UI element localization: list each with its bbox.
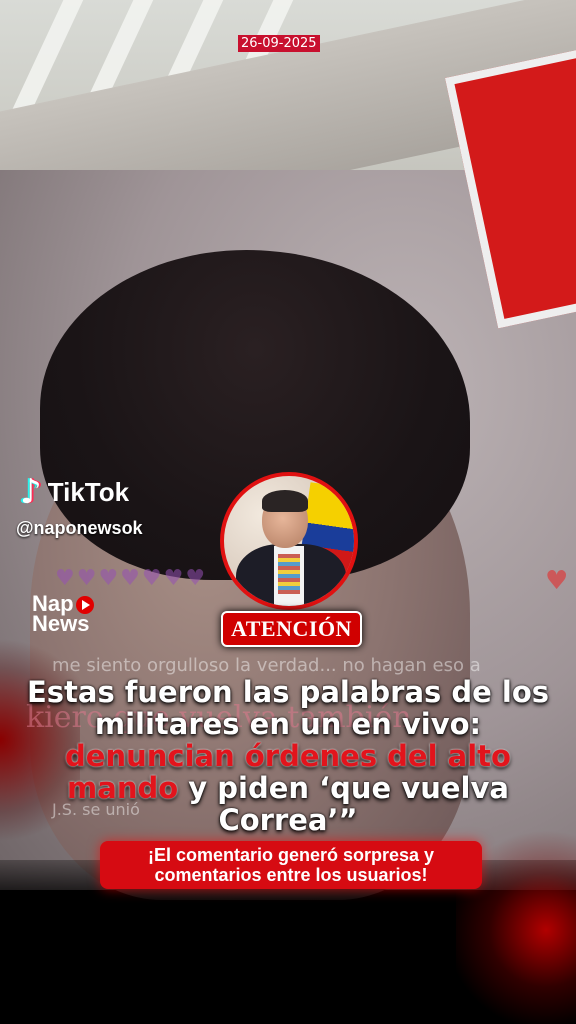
logo-line2: News [32, 611, 90, 637]
headline-part3: y piden ‘que vuelva Correa’” [178, 771, 509, 837]
play-icon [75, 596, 94, 615]
nap-news-logo: Nap News [32, 593, 94, 637]
tiktok-logo-icon: ♪ [20, 472, 42, 512]
headline-part1: Estas fueron las palabras de los militar… [26, 675, 550, 741]
headline: Estas fueron las palabras de los militar… [20, 676, 556, 836]
live-chat-comment: me siento orgulloso la verdad... no haga… [52, 655, 481, 676]
date-label: 26-09-2025 [238, 35, 320, 52]
tiktok-label: TikTok [47, 476, 130, 507]
video-frame[interactable]: ♥♥♥♥♥♥♥ ♥ me siento orgulloso la verdad.… [0, 0, 576, 1024]
account-handle[interactable]: @naponewsok [16, 518, 143, 539]
heart-icon: ♥ [545, 566, 569, 596]
tiktok-watermark: ♪ TikTok [20, 475, 129, 509]
heart-icon: ♥♥♥♥♥♥♥ [55, 566, 208, 591]
portrait-avatar [220, 472, 358, 610]
attention-badge: ATENCIÓN [221, 611, 362, 647]
subheadline-banner: ¡El comentario generó sorpresa y comenta… [100, 841, 482, 889]
